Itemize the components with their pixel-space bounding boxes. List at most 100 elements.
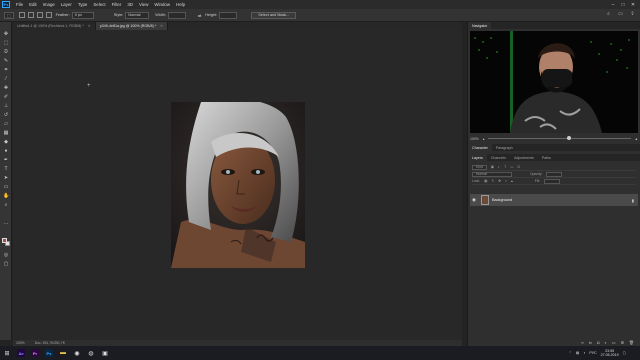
zoom-slider-knob[interactable] xyxy=(566,136,571,140)
network-icon[interactable]: ▤ xyxy=(576,351,579,355)
tab-navigator[interactable]: Navigator xyxy=(468,22,492,29)
zoom-tool-icon[interactable]: ⌕ xyxy=(3,202,9,208)
opacity-input[interactable] xyxy=(546,171,563,177)
zoom-in-icon[interactable]: ▲ xyxy=(635,137,638,141)
share-icon[interactable]: ⇪ xyxy=(629,11,636,18)
lock-move-icon[interactable]: ✥ xyxy=(498,179,501,183)
tab-close-icon[interactable]: ✕ xyxy=(88,24,91,28)
width-input[interactable] xyxy=(168,11,186,19)
menu-window[interactable]: Window xyxy=(151,2,173,7)
eyedropper-tool-icon[interactable]: ⁄ xyxy=(3,76,9,82)
tab-character[interactable]: Character xyxy=(468,144,492,151)
navigator-zoom-value[interactable]: 100% xyxy=(470,137,479,141)
new-group-icon[interactable]: ▭ xyxy=(612,340,616,345)
taskbar-app-7[interactable]: ▣ xyxy=(98,346,112,360)
taskbar-app-6[interactable]: ◍ xyxy=(84,346,98,360)
blend-mode-select[interactable]: Normal xyxy=(472,171,512,177)
menu-layer[interactable]: Layer xyxy=(58,2,75,7)
brush-tool-icon[interactable]: ✐ xyxy=(3,94,9,100)
zoom-out-icon[interactable]: ▴ xyxy=(483,137,485,141)
healing-tool-icon[interactable]: ✚ xyxy=(3,85,9,91)
clock[interactable]: 23:55 27.05.2019 xyxy=(601,349,619,358)
gradient-tool-icon[interactable]: ▦ xyxy=(3,130,9,136)
navigator-zoom-slider[interactable] xyxy=(488,136,631,140)
tab-portrait-jpg[interactable]: p349-4e81a.jpg @ 100% (RGB/8) * ✕ xyxy=(95,22,169,30)
lock-all-icon[interactable]: 🔒︎ xyxy=(511,179,513,183)
menu-file[interactable]: File xyxy=(13,2,26,7)
layer-name[interactable]: Background xyxy=(492,198,512,202)
more-tools-icon[interactable]: … xyxy=(3,220,9,226)
type-tool-icon[interactable]: T xyxy=(3,166,9,172)
filter-adjust-icon[interactable]: ◐ xyxy=(498,165,500,169)
menu-view[interactable]: View xyxy=(136,2,151,7)
lock-paint-icon[interactable]: ✎ xyxy=(491,179,494,183)
blur-tool-icon[interactable]: ◆ xyxy=(3,139,9,145)
add-mask-icon[interactable]: ◘ xyxy=(597,340,599,345)
link-layers-icon[interactable]: ∞ xyxy=(581,340,584,345)
fx-icon[interactable]: fx xyxy=(589,340,592,345)
taskbar-ae[interactable]: Ae xyxy=(14,346,28,360)
crop-tool-icon[interactable]: ⌗ xyxy=(3,67,9,73)
height-input[interactable] xyxy=(219,11,238,19)
filter-pixel-icon[interactable]: ▣ xyxy=(491,165,494,169)
filter-type-icon[interactable]: T xyxy=(504,165,506,169)
tab-paragraph[interactable]: Paragraph xyxy=(492,144,517,151)
eye-icon[interactable]: ◉ xyxy=(470,197,478,203)
tab-adjustments[interactable]: Adjustments xyxy=(510,154,538,161)
eraser-tool-icon[interactable]: ▱ xyxy=(3,121,9,127)
notifications-icon[interactable]: ▢ xyxy=(623,351,626,355)
close-icon[interactable]: ✕ xyxy=(628,2,638,8)
stamp-tool-icon[interactable]: ⊥ xyxy=(3,103,9,109)
shape-tool-icon[interactable]: ▭ xyxy=(3,184,9,190)
taskbar-ps[interactable]: Ps xyxy=(42,346,56,360)
volume-icon[interactable]: ◖ xyxy=(583,351,585,355)
layer-row-background[interactable]: ◉ Background ▮ xyxy=(470,194,638,206)
intersect-selection-icon[interactable] xyxy=(45,12,52,18)
hand-tool-icon[interactable]: ✋ xyxy=(3,193,9,199)
subtract-selection-icon[interactable] xyxy=(36,12,43,18)
menu-3d[interactable]: 3D xyxy=(124,2,136,7)
menu-help[interactable]: Help xyxy=(173,2,188,7)
screen-mode-icon[interactable]: ▢ xyxy=(3,261,9,267)
delete-layer-icon[interactable]: 🗑︎ xyxy=(629,340,634,345)
new-selection-icon[interactable] xyxy=(18,12,25,18)
lock-icon[interactable]: ▮ xyxy=(632,198,634,203)
portrait-artwork[interactable] xyxy=(171,102,305,268)
fill-input[interactable] xyxy=(544,178,561,184)
taskbar-pr[interactable]: Pr xyxy=(28,346,42,360)
style-select[interactable]: Normal xyxy=(125,11,150,19)
marquee-tool-preset[interactable]: ⬚ xyxy=(4,11,14,19)
filter-kind-select[interactable]: Kind xyxy=(472,164,487,170)
path-select-icon[interactable]: ➤ xyxy=(3,175,9,181)
menu-select[interactable]: Select xyxy=(90,2,108,7)
menu-filter[interactable]: Filter xyxy=(109,2,125,7)
filter-shape-icon[interactable]: ▭ xyxy=(510,165,513,169)
minimize-icon[interactable]: – xyxy=(608,2,618,8)
canvas-area[interactable]: + xyxy=(13,30,462,340)
workspace-icon[interactable]: ▭ xyxy=(617,11,624,18)
marquee-tool-icon[interactable]: ⬚ xyxy=(3,40,9,46)
lock-artboard-icon[interactable]: ⌗ xyxy=(505,179,507,183)
tab-layers[interactable]: Layers xyxy=(468,154,487,161)
status-zoom[interactable]: 100% xyxy=(16,341,25,345)
dodge-tool-icon[interactable]: ● xyxy=(3,148,9,154)
adjustment-layer-icon[interactable]: ◐ xyxy=(604,340,606,345)
swap-icon[interactable]: ⇄ xyxy=(198,13,201,18)
navigator-preview[interactable] xyxy=(470,31,638,133)
select-and-mask-button[interactable]: Select and Mask... xyxy=(251,11,297,19)
menu-edit[interactable]: Edit xyxy=(26,2,40,7)
add-selection-icon[interactable] xyxy=(27,12,34,18)
tab-paths[interactable]: Paths xyxy=(538,154,555,161)
start-button[interactable]: ⊞ xyxy=(0,346,14,360)
menu-image[interactable]: Image xyxy=(40,2,58,7)
move-tool-icon[interactable]: ✥ xyxy=(3,31,9,37)
tab-close-icon[interactable]: ✕ xyxy=(160,24,163,28)
history-brush-icon[interactable]: ↺ xyxy=(3,112,9,118)
taskbar-explorer[interactable]: ▬ xyxy=(56,346,70,360)
quick-mask-icon[interactable]: ◎ xyxy=(3,252,9,258)
menu-type[interactable]: Type xyxy=(75,2,91,7)
tray-arrow-icon[interactable]: ⌃ xyxy=(569,351,572,355)
tab-channels[interactable]: Channels xyxy=(487,154,510,161)
foreground-color-swatch[interactable] xyxy=(2,238,7,243)
filter-smart-icon[interactable]: ⊡ xyxy=(517,165,520,169)
